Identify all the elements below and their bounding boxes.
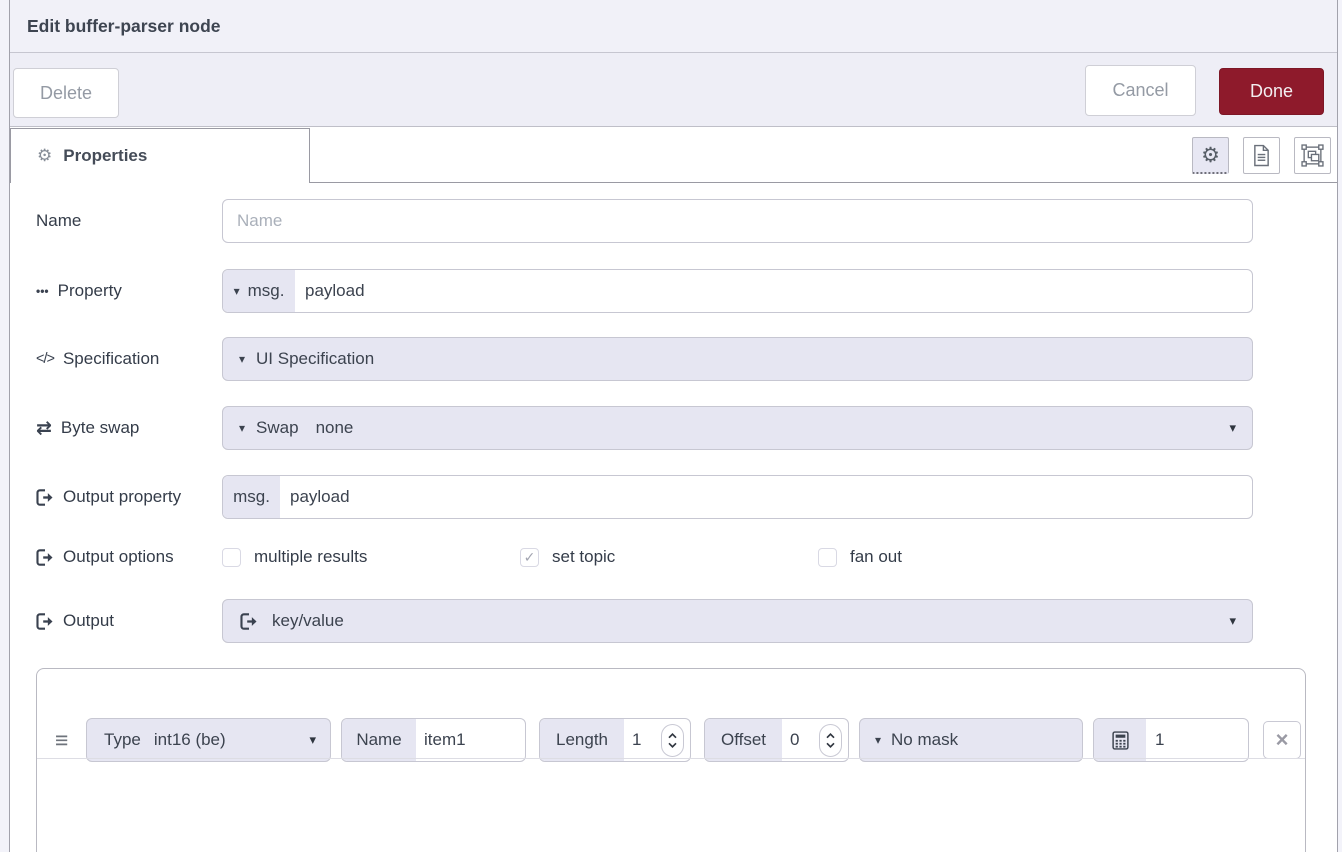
specification-label: </> Specification bbox=[36, 349, 222, 369]
length-spinner[interactable] bbox=[661, 724, 684, 757]
item-length-field: Length bbox=[539, 718, 691, 762]
property-type-label: msg. bbox=[248, 281, 285, 301]
item-row-divider bbox=[37, 758, 1305, 759]
chevron-down-icon bbox=[826, 742, 835, 748]
dialog-title: Edit buffer-parser node bbox=[27, 16, 221, 37]
fan-out-checkbox[interactable]: ✓ bbox=[818, 548, 837, 567]
byte-swap-label: ⇄ Byte swap bbox=[36, 417, 222, 440]
ellipsis-icon: ••• bbox=[36, 284, 49, 298]
drag-handle-icon[interactable]: ≡ bbox=[55, 718, 68, 762]
option-set-topic: ✓ set topic bbox=[520, 547, 615, 567]
output-property-type-label: msg. bbox=[233, 487, 270, 507]
gear-icon: ⚙ bbox=[1201, 143, 1220, 168]
item-offset-prefix: Offset bbox=[705, 719, 782, 761]
sign-out-icon bbox=[240, 613, 258, 630]
dialog-header: Edit buffer-parser node bbox=[10, 0, 1337, 53]
row-specification: </> Specification ▾ UI Specification bbox=[36, 337, 1253, 381]
edit-node-dialog: Edit buffer-parser node Delete Cancel Do… bbox=[0, 0, 1342, 852]
property-label: ••• Property bbox=[36, 281, 222, 301]
node-appearance-button[interactable] bbox=[1294, 137, 1331, 174]
swap-icon: ⇄ bbox=[36, 417, 52, 440]
output-property-label: Output property bbox=[36, 487, 222, 507]
tab-properties[interactable]: ⚙ Properties bbox=[10, 128, 310, 183]
item-scale-field bbox=[1093, 718, 1249, 762]
item-offset-field: Offset bbox=[704, 718, 849, 762]
name-input[interactable] bbox=[223, 200, 1252, 242]
byte-swap-prefix: Swap bbox=[245, 418, 299, 438]
node-description-button[interactable] bbox=[1243, 137, 1280, 174]
tab-properties-label: Properties bbox=[63, 146, 147, 166]
chevron-up-icon bbox=[826, 733, 835, 739]
specification-value: UI Specification bbox=[245, 349, 374, 369]
check-icon: ✓ bbox=[524, 550, 536, 564]
byte-swap-select[interactable]: ▾ Swap none ▾ bbox=[222, 406, 1253, 450]
name-label: Name bbox=[36, 211, 222, 231]
property-input[interactable] bbox=[295, 270, 1252, 312]
item-type-value: int16 (be) bbox=[154, 730, 226, 750]
output-property-input[interactable] bbox=[280, 476, 1252, 518]
byte-swap-value: none bbox=[299, 418, 354, 438]
editor-right-edge bbox=[1337, 0, 1342, 852]
item-scale-prefix bbox=[1094, 719, 1146, 761]
item-length-prefix: Length bbox=[540, 719, 624, 761]
remove-item-button[interactable]: × bbox=[1263, 721, 1301, 759]
sign-out-icon bbox=[36, 613, 54, 630]
output-select[interactable]: key/value ▾ bbox=[222, 599, 1253, 643]
multiple-results-checkbox[interactable]: ✓ bbox=[222, 548, 241, 567]
item-type-select[interactable]: Type int16 (be) ▾ bbox=[86, 718, 331, 762]
chevron-down-icon: ▾ bbox=[875, 733, 881, 747]
editor-left-edge bbox=[0, 0, 10, 852]
output-options-label: Output options bbox=[36, 547, 222, 567]
name-field bbox=[222, 199, 1253, 243]
chevron-down-icon: ▾ bbox=[1229, 613, 1236, 629]
set-topic-checkbox[interactable]: ✓ bbox=[520, 548, 539, 567]
item-name-input[interactable] bbox=[416, 719, 526, 761]
row-output-options: Output options ✓ multiple results ✓ set … bbox=[36, 543, 1253, 571]
property-field: ▾ msg. bbox=[222, 269, 1253, 313]
close-icon: × bbox=[1276, 729, 1289, 751]
output-value: key/value bbox=[258, 611, 344, 631]
chevron-down-icon: ▾ bbox=[234, 284, 240, 298]
row-name: Name bbox=[36, 199, 1253, 243]
item-mask-select[interactable]: ▾ No mask bbox=[859, 718, 1083, 762]
items-list: ≡ Type int16 (be) ▾ Name Length bbox=[36, 668, 1306, 852]
chevron-down-icon: ▾ bbox=[309, 732, 316, 748]
item-name-prefix: Name bbox=[342, 719, 416, 761]
row-byte-swap: ⇄ Byte swap ▾ Swap none ▾ bbox=[36, 406, 1253, 450]
output-property-type[interactable]: msg. bbox=[223, 476, 280, 518]
row-output: Output key/value ▾ bbox=[36, 599, 1253, 643]
offset-spinner[interactable] bbox=[819, 724, 842, 757]
property-type-select[interactable]: ▾ msg. bbox=[223, 270, 295, 312]
description-icon bbox=[1252, 144, 1271, 167]
cancel-button[interactable]: Cancel bbox=[1085, 65, 1196, 116]
tabbar-divider bbox=[310, 182, 1337, 183]
option-multiple-results: ✓ multiple results bbox=[222, 547, 367, 567]
sign-out-icon bbox=[36, 549, 54, 566]
row-output-property: Output property msg. bbox=[36, 475, 1253, 519]
item-scale-input[interactable] bbox=[1146, 719, 1249, 761]
item-row: ≡ Type int16 (be) ▾ Name Length bbox=[37, 693, 1305, 739]
chevron-up-icon bbox=[668, 733, 677, 739]
code-icon: </> bbox=[36, 351, 54, 367]
option-fan-out: ✓ fan out bbox=[818, 547, 902, 567]
output-label: Output bbox=[36, 611, 222, 631]
gear-icon: ⚙ bbox=[37, 146, 52, 166]
chevron-down-icon bbox=[668, 742, 677, 748]
edit-properties-button[interactable]: ⚙ bbox=[1192, 137, 1229, 174]
sign-out-icon bbox=[36, 489, 54, 506]
group-select-icon bbox=[1301, 144, 1324, 167]
delete-button[interactable]: Delete bbox=[13, 68, 119, 118]
calculator-icon bbox=[1112, 731, 1129, 750]
chevron-down-icon: ▾ bbox=[1229, 420, 1236, 436]
item-name-field: Name bbox=[341, 718, 526, 762]
dialog-toolbar: Delete Cancel Done bbox=[10, 53, 1337, 127]
item-mask-value: No mask bbox=[891, 730, 958, 750]
specification-select[interactable]: ▾ UI Specification bbox=[222, 337, 1253, 381]
output-property-field: msg. bbox=[222, 475, 1253, 519]
row-property: ••• Property ▾ msg. bbox=[36, 269, 1253, 313]
done-button[interactable]: Done bbox=[1219, 68, 1324, 115]
